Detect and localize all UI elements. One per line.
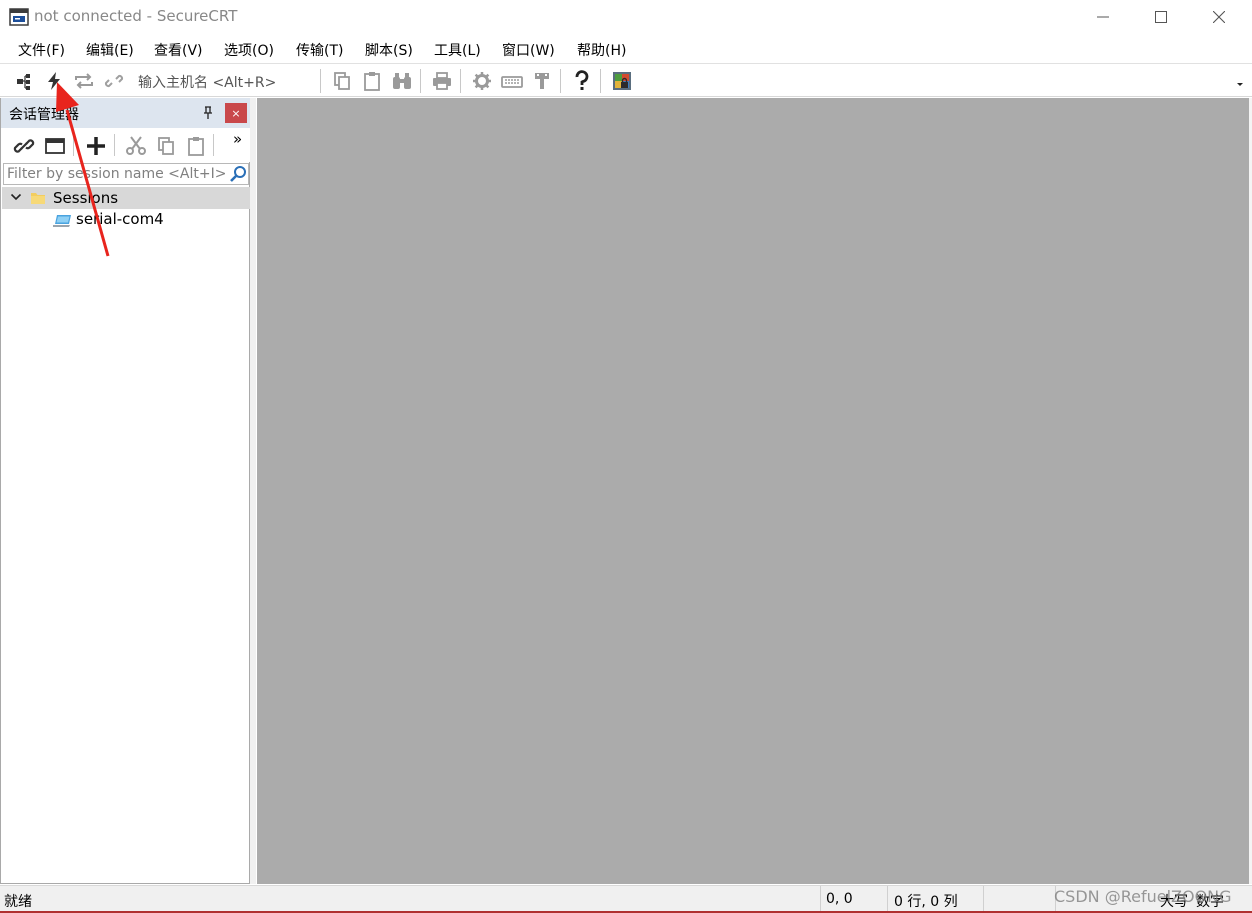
panel-splitter[interactable] bbox=[250, 98, 256, 884]
quick-connect-button[interactable] bbox=[42, 69, 66, 93]
paste-button[interactable] bbox=[360, 69, 384, 93]
keymap-button[interactable] bbox=[500, 69, 524, 93]
tab-window-icon bbox=[45, 138, 65, 154]
panel-toolbar-more-button[interactable]: » bbox=[233, 130, 242, 148]
host-name-input[interactable]: 输入主机名 <Alt+R> bbox=[138, 72, 276, 92]
help-icon bbox=[575, 70, 589, 90]
menu-edit[interactable]: 编辑(E) bbox=[86, 40, 134, 60]
session-manager-panel: 会话管理器 × » Filter by session name <Alt+I>… bbox=[0, 98, 250, 884]
search-icon[interactable] bbox=[228, 165, 248, 183]
pin-button[interactable] bbox=[200, 104, 216, 122]
window-title: not connected - SecureCRT bbox=[34, 7, 238, 25]
paste-icon bbox=[364, 72, 380, 91]
copy-session-button[interactable] bbox=[153, 133, 179, 159]
minimize-icon bbox=[1097, 16, 1109, 18]
copy-icon bbox=[334, 72, 350, 90]
disconnect-icon bbox=[104, 74, 124, 88]
session-manager-toolbar: » bbox=[1, 128, 250, 162]
status-rows-cols: 0 行, 0 列 bbox=[894, 894, 958, 910]
copy-icon bbox=[158, 137, 174, 155]
status-rows-cols-cell: 0 行, 0 列 bbox=[887, 886, 983, 912]
paste-icon bbox=[188, 137, 204, 156]
reconnect-icon bbox=[75, 73, 93, 89]
minimize-button[interactable] bbox=[1074, 0, 1132, 34]
cut-session-button[interactable] bbox=[123, 133, 149, 159]
find-button[interactable] bbox=[390, 69, 414, 93]
help-button[interactable] bbox=[570, 69, 594, 93]
main-toolbar: 输入主机名 <Alt+R> bbox=[0, 65, 1252, 97]
status-position: 0, 0 bbox=[826, 891, 853, 907]
disconnect-button[interactable] bbox=[102, 69, 126, 93]
new-session-button[interactable] bbox=[83, 133, 109, 159]
print-button[interactable] bbox=[430, 69, 454, 93]
panel-toolbar-separator bbox=[114, 134, 115, 156]
maximize-icon bbox=[1155, 11, 1167, 23]
link-icon bbox=[13, 139, 35, 153]
toolbar-separator bbox=[460, 69, 461, 93]
status-blank-cell bbox=[983, 886, 1055, 912]
close-window-button[interactable] bbox=[1190, 0, 1248, 34]
menu-file[interactable]: 文件(F) bbox=[18, 40, 65, 60]
find-icon bbox=[393, 73, 411, 89]
keymap-icon bbox=[501, 76, 523, 88]
connect-session-button[interactable] bbox=[11, 133, 37, 159]
panel-toolbar-separator bbox=[213, 134, 214, 156]
sftp-button[interactable] bbox=[530, 69, 554, 93]
secure-shell-button[interactable] bbox=[610, 69, 634, 93]
tree-item-serial-com4[interactable]: serial-com4 bbox=[2, 209, 250, 231]
copy-button[interactable] bbox=[330, 69, 354, 93]
toolbar-separator bbox=[420, 69, 421, 93]
add-icon bbox=[87, 137, 105, 155]
print-icon bbox=[433, 72, 451, 90]
close-panel-button[interactable]: × bbox=[225, 103, 247, 123]
folder-icon bbox=[31, 193, 45, 204]
menu-tools[interactable]: 工具(L) bbox=[434, 40, 481, 60]
menu-view[interactable]: 查看(V) bbox=[154, 40, 203, 60]
securecrt-app-icon bbox=[9, 8, 29, 26]
close-icon bbox=[1213, 11, 1225, 23]
toolbar-separator bbox=[600, 69, 601, 93]
session-options-icon bbox=[473, 72, 491, 90]
paste-session-button[interactable] bbox=[183, 133, 209, 159]
sftp-icon bbox=[535, 73, 549, 89]
toolbar-separator bbox=[320, 69, 321, 93]
menu-options[interactable]: 选项(O) bbox=[224, 40, 274, 60]
reconnect-button[interactable] bbox=[72, 69, 96, 93]
session-manager-header: 会话管理器 × bbox=[1, 98, 250, 128]
tree-item-sessions[interactable]: Sessions bbox=[2, 187, 250, 209]
panel-toolbar-separator bbox=[73, 134, 74, 156]
session-manager-title: 会话管理器 bbox=[9, 107, 79, 123]
connect-in-tab-button[interactable] bbox=[42, 133, 68, 159]
menu-help[interactable]: 帮助(H) bbox=[577, 40, 626, 60]
chevron-down-icon[interactable] bbox=[10, 191, 22, 203]
quick-connect-icon bbox=[48, 72, 60, 90]
csdn-watermark: CSDN @RefuelZOONG bbox=[1054, 887, 1232, 906]
computer-icon bbox=[53, 215, 71, 227]
status-ready-text: 就绪 bbox=[4, 894, 32, 910]
menu-bar: 文件(F) 编辑(E) 查看(V) 选项(O) 传输(T) 脚本(S) 工具(L… bbox=[0, 36, 1252, 64]
session-filter-input[interactable] bbox=[7, 165, 225, 183]
connect-button[interactable] bbox=[12, 69, 36, 93]
toolbar-overflow-icon[interactable] bbox=[1233, 77, 1247, 91]
status-position-cell: 0, 0 bbox=[820, 886, 887, 912]
menu-window[interactable]: 窗口(W) bbox=[502, 40, 555, 60]
title-bar: not connected - SecureCRT bbox=[0, 0, 1252, 36]
securecrt-window: not connected - SecureCRT 文件(F) 编辑(E) 查看… bbox=[0, 0, 1252, 913]
menu-transfer[interactable]: 传输(T) bbox=[296, 40, 343, 60]
menu-script[interactable]: 脚本(S) bbox=[365, 40, 413, 60]
pin-icon bbox=[204, 106, 212, 119]
toolbar-separator bbox=[560, 69, 561, 93]
session-options-button[interactable] bbox=[470, 69, 494, 93]
session-filter-box bbox=[3, 163, 249, 185]
session-work-area bbox=[257, 98, 1249, 884]
tree-label-sessions: Sessions bbox=[53, 189, 119, 207]
tree-label-serial-com4: serial-com4 bbox=[76, 210, 164, 228]
connect-in-tab-icon bbox=[17, 74, 30, 90]
secure-shell-icon bbox=[613, 72, 631, 90]
maximize-button[interactable] bbox=[1132, 0, 1190, 34]
cut-icon bbox=[126, 136, 146, 155]
